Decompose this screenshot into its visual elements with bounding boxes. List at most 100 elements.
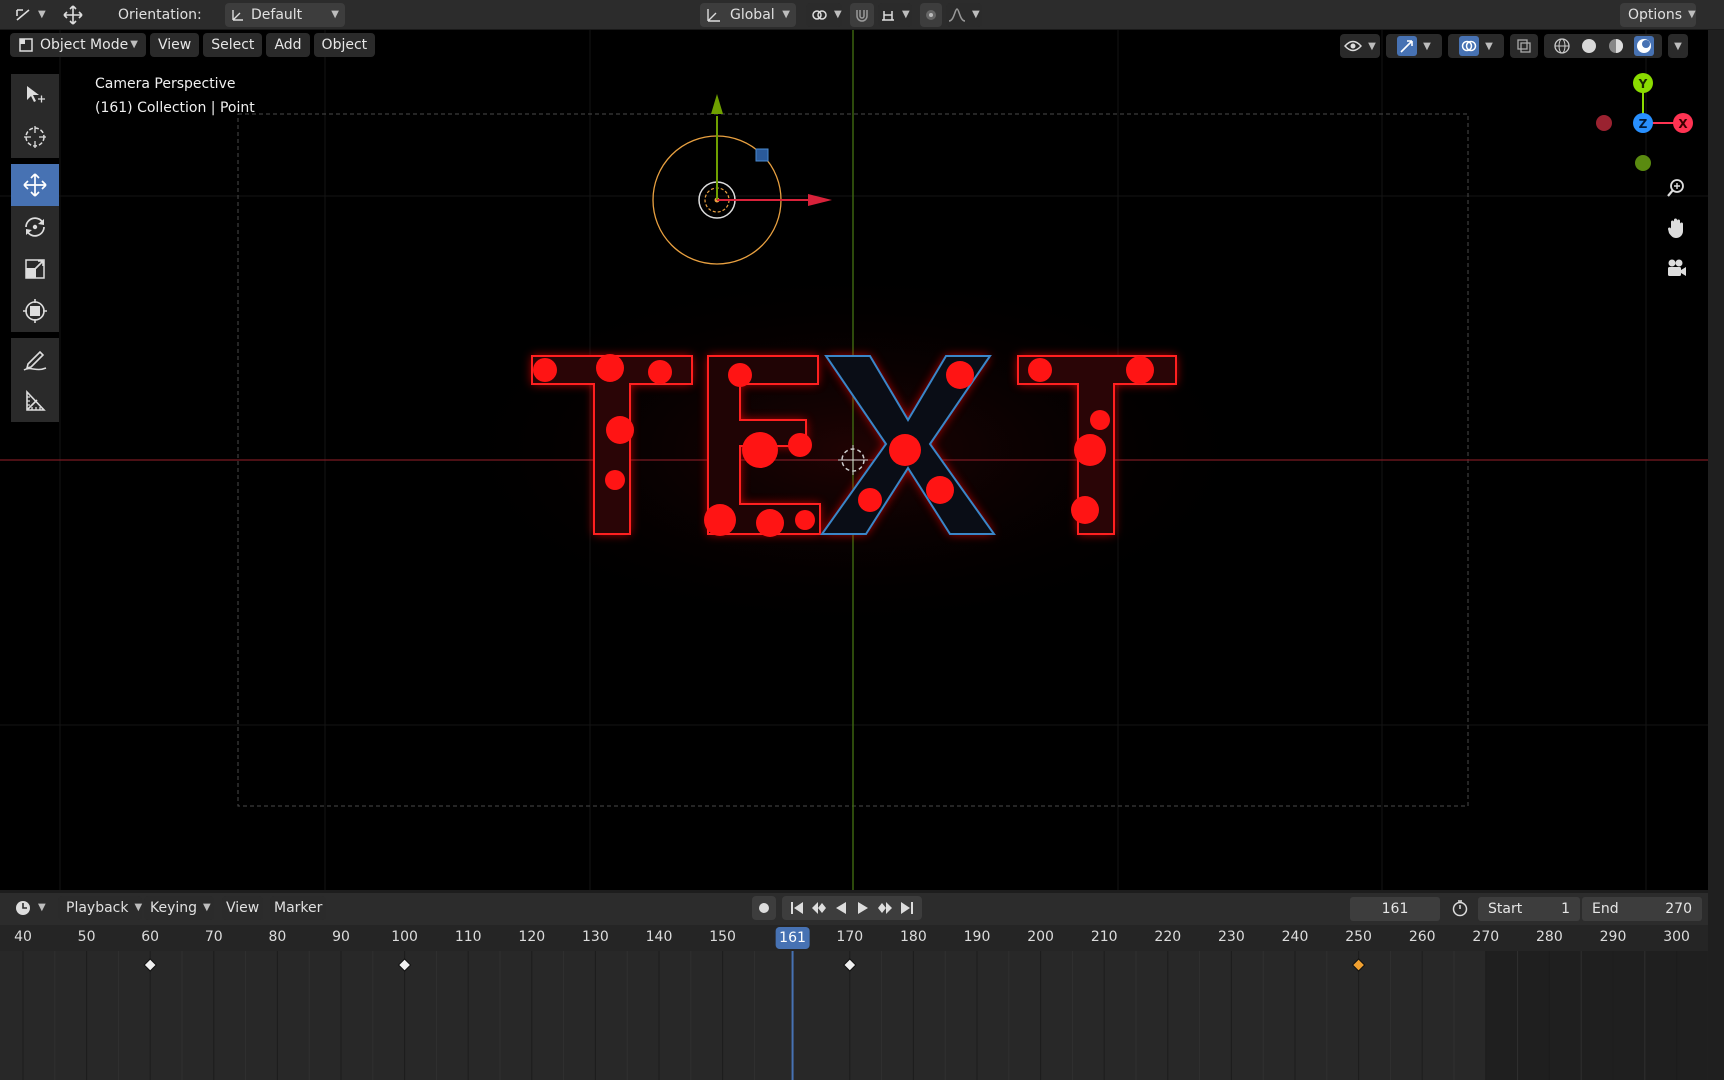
gizmo-x-label: X (1678, 117, 1688, 131)
pan-button[interactable] (1660, 212, 1692, 244)
prev-keyframe-icon[interactable] (811, 901, 827, 915)
camera-view-button[interactable] (1660, 252, 1692, 284)
chevron-down-icon: ▼ (1368, 40, 1376, 52)
3d-viewport[interactable]: Y X Z Object Mode ▼ View Select Add Obje… (0, 30, 1708, 890)
scale-tool[interactable] (11, 248, 59, 290)
select-box-tool[interactable] (11, 74, 59, 116)
overlays-toggle[interactable]: ▼ (1448, 34, 1504, 58)
end-label: End (1592, 901, 1619, 917)
measure-tool[interactable] (11, 380, 59, 422)
transform-space-dropdown[interactable]: Global ▼ (700, 3, 796, 27)
move-transform-button[interactable] (62, 3, 92, 27)
keyframe[interactable] (843, 958, 857, 972)
navigation-gizmo[interactable]: Y X Z (1596, 73, 1693, 171)
wireframe-shading-icon[interactable] (1553, 37, 1571, 55)
frame-tick-label: 280 (1536, 929, 1563, 945)
frame-tick-label: 230 (1218, 929, 1245, 945)
chevron-down-icon: ▼ (38, 902, 46, 913)
timeline-view-menu[interactable]: View (222, 896, 264, 920)
chevron-down-icon: ▼ (203, 902, 211, 913)
rotate-tool[interactable] (11, 206, 59, 248)
viewport-info-overlay: Camera Perspective (161) Collection | Po… (95, 72, 255, 120)
clock-icon (14, 899, 32, 917)
frame-tick-label: 130 (582, 929, 609, 945)
xray-toggle[interactable] (1510, 34, 1538, 58)
current-frame-field[interactable]: 161 (1350, 897, 1440, 921)
end-frame-field[interactable]: End 270 (1582, 897, 1702, 921)
transform-tool[interactable] (11, 290, 59, 332)
options-dropdown[interactable]: Options ▼ (1620, 3, 1696, 27)
menu-object[interactable]: Object (313, 33, 376, 57)
viewport-scene: Y X Z (0, 30, 1708, 890)
visibility-dropdown[interactable]: ▼ (1340, 34, 1380, 58)
transform-pivot-dropdown[interactable]: ▼ (14, 3, 50, 27)
shading-options-dropdown[interactable]: ▼ (1668, 34, 1688, 58)
snap-toggle[interactable] (850, 3, 874, 27)
ruler-icon (23, 389, 47, 413)
orientation-dropdown[interactable]: Default ▼ (225, 3, 345, 27)
keying-menu[interactable]: Keying ▼ (144, 896, 214, 920)
move-icon (62, 4, 84, 26)
jump-start-icon[interactable] (790, 901, 804, 915)
annotate-tool[interactable] (11, 338, 59, 380)
playback-label: Playback (66, 900, 129, 916)
record-button[interactable] (752, 896, 776, 920)
editor-type-dropdown[interactable]: ▼ (14, 896, 54, 920)
overlays-icon (1459, 36, 1480, 56)
object-mode-dropdown[interactable]: Object Mode ▼ (10, 33, 146, 57)
rendered-shading-icon[interactable] (1633, 36, 1654, 56)
next-keyframe-icon[interactable] (877, 901, 893, 915)
chevron-down-icon: ▼ (902, 9, 910, 20)
properties-sidebar-collapsed[interactable] (1708, 30, 1724, 1080)
out-of-range-region (1485, 951, 1708, 1080)
frame-tick-label: 100 (391, 929, 418, 945)
chevron-down-icon: ▼ (134, 902, 143, 913)
keyframe[interactable] (143, 958, 157, 972)
xray-icon (1516, 38, 1532, 54)
falloff-curve-icon (948, 8, 966, 22)
play-icon[interactable] (856, 901, 870, 915)
play-reverse-icon[interactable] (834, 901, 848, 915)
start-label: Start (1488, 901, 1523, 917)
rotate-icon (22, 214, 48, 240)
frame-tick-label: 60 (141, 929, 160, 945)
timeline-canvas (0, 925, 1708, 1080)
transport-controls (782, 896, 922, 920)
snap-target-dropdown[interactable]: ▼ (878, 3, 912, 27)
scale-icon (23, 257, 47, 281)
keyframe[interactable] (397, 958, 412, 972)
camera-icon (1665, 257, 1687, 279)
frame-tick-label: 180 (900, 929, 927, 945)
material-shading-icon[interactable] (1607, 37, 1625, 55)
menu-add[interactable]: Add (266, 33, 310, 57)
keyframe-selected[interactable] (1351, 958, 1366, 972)
proportional-edit-toggle[interactable] (920, 3, 942, 27)
zoom-button[interactable] (1660, 172, 1692, 204)
pivot-point-dropdown[interactable]: ▼ (806, 3, 842, 27)
frame-tick-label: 40 (14, 929, 32, 945)
solid-shading-icon[interactable] (1580, 37, 1598, 55)
menu-select[interactable]: Select (203, 33, 263, 57)
falloff-dropdown[interactable]: ▼ (946, 3, 982, 27)
frame-tick-label: 120 (518, 929, 546, 945)
menu-view[interactable]: View (150, 33, 200, 57)
start-frame-field[interactable]: Start 1 (1478, 897, 1580, 921)
options-label: Options (1628, 7, 1683, 23)
crosshair-icon (22, 124, 48, 150)
record-icon (758, 902, 770, 914)
move-gizmo[interactable] (711, 94, 832, 206)
shading-mode-group (1544, 34, 1662, 58)
cursor-tool[interactable] (11, 116, 59, 158)
frame-tick-label: 240 (1281, 929, 1309, 945)
move-tool[interactable] (11, 164, 59, 206)
preview-range-toggle[interactable] (1448, 896, 1472, 920)
gizmo-z-label: Z (1639, 117, 1648, 131)
timeline-editor[interactable]: 40 50 60 70 80 90 100 110 120 130 140 150 161 170 180 1… (0, 925, 1708, 1080)
playback-menu[interactable]: Playback ▼ (58, 896, 142, 920)
jump-end-icon[interactable] (900, 901, 914, 915)
chevron-down-icon: ▼ (130, 39, 138, 50)
global-axes-icon (706, 7, 722, 23)
gizmo-toggle[interactable]: ▼ (1386, 34, 1442, 58)
marker-menu[interactable]: Marker (270, 896, 327, 920)
frame-tick-label: 110 (454, 929, 482, 945)
